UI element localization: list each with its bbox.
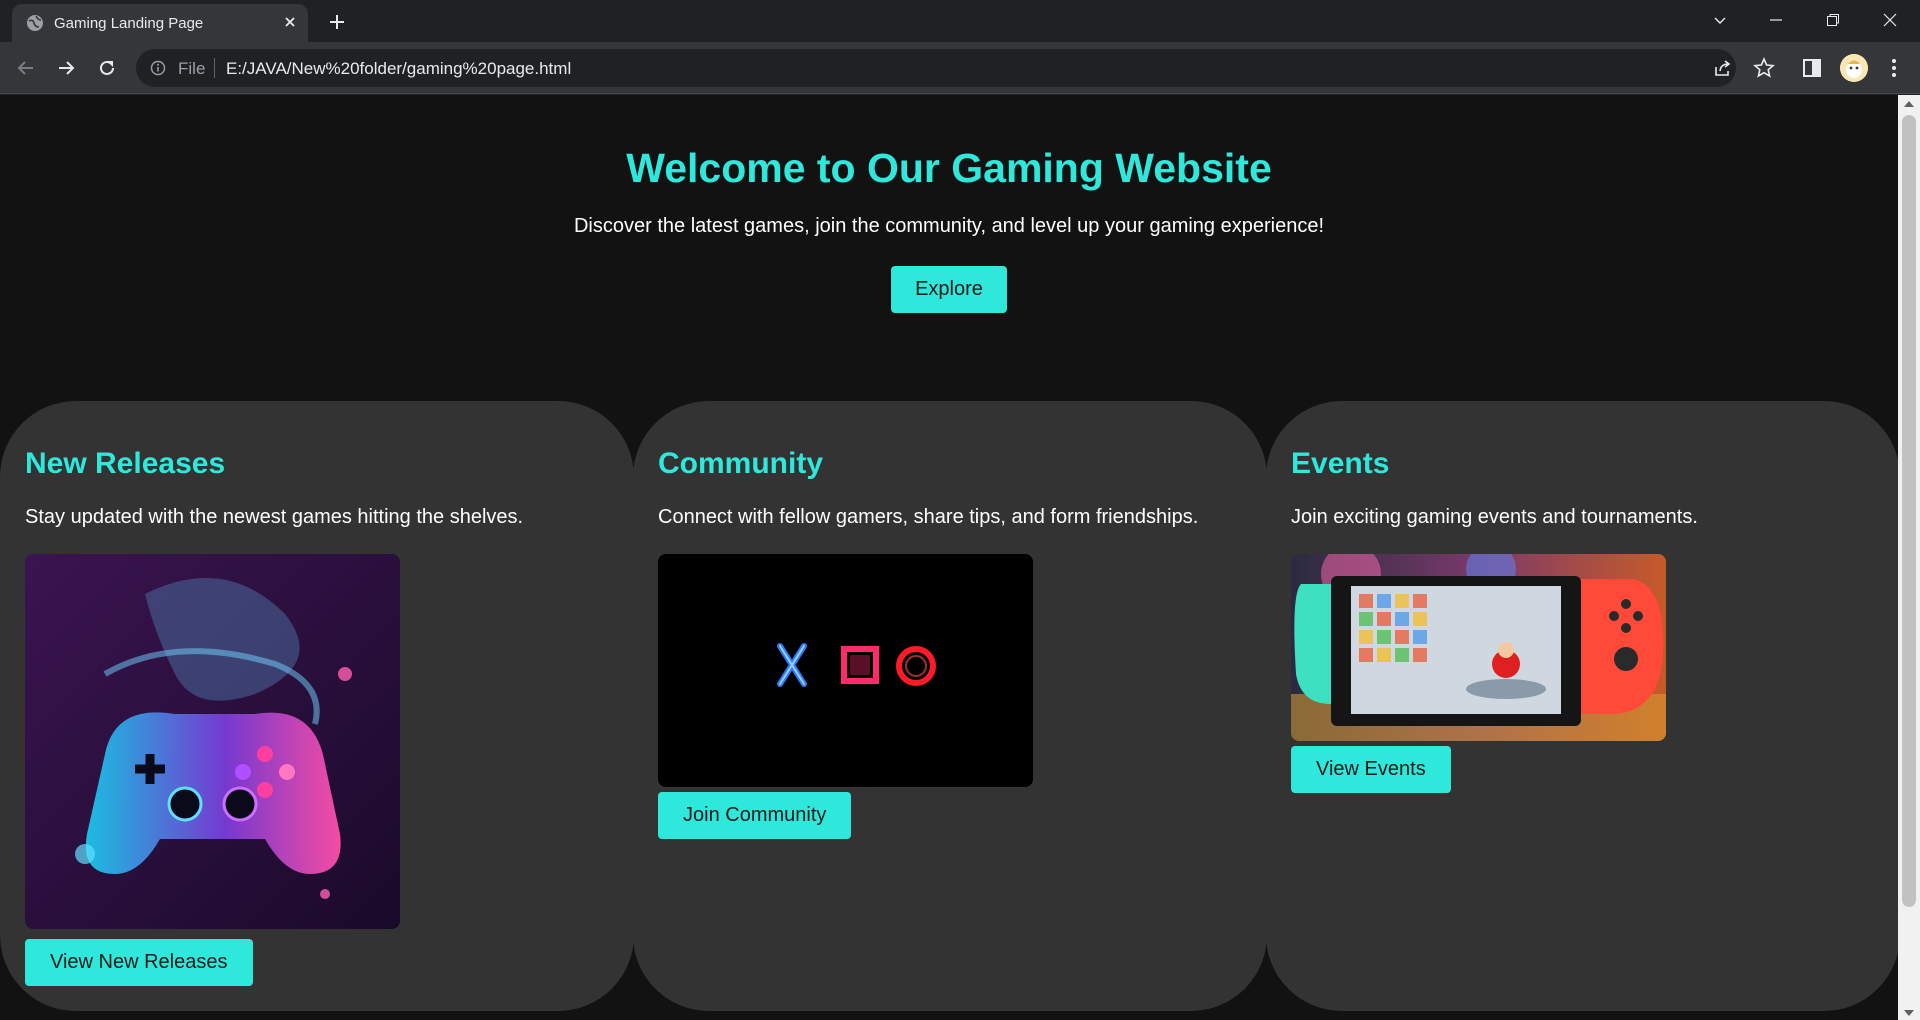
tab-search-chevron-icon[interactable] [1700,6,1740,34]
hero-title: Welcome to Our Gaming Website [626,145,1272,191]
neon-gamepad-image [25,554,400,929]
new-releases-card: New Releases Stay updated with the newes… [0,401,634,1011]
globe-icon [26,14,44,32]
card-text: Stay updated with the newest games hitti… [25,506,524,528]
vertical-scrollbar[interactable] [1898,95,1920,1020]
tab-title: Gaming Landing Page [54,15,204,32]
card-title: Events [1291,447,1390,480]
neon-controller-symbols-image [658,554,1033,787]
tab-strip: Gaming Landing Page [0,0,1920,42]
url-text[interactable]: E:/JAVA/New%20folder/gaming%20page.html [226,59,571,79]
info-icon[interactable] [150,60,166,76]
scroll-thumb[interactable] [1902,115,1916,907]
forward-arrow-icon[interactable] [52,54,80,82]
explore-button[interactable]: Explore [891,266,1007,313]
profile-avatar[interactable] [1840,54,1868,82]
community-card: Community Connect with fellow gamers, sh… [633,401,1267,1011]
card-title: New Releases [25,447,226,480]
back-arrow-icon[interactable] [12,54,40,82]
page-viewport: Welcome to Our Gaming Website Discover t… [0,95,1898,1020]
events-card: Events Join exciting gaming events and t… [1266,401,1898,1011]
browser-tab[interactable]: Gaming Landing Page [12,4,308,42]
view-new-releases-button[interactable]: View New Releases [25,939,253,986]
new-tab-icon[interactable] [325,10,349,34]
view-events-button[interactable]: View Events [1291,746,1451,793]
omnibox-divider [214,58,215,78]
share-icon[interactable] [1712,57,1734,79]
card-title: Community [658,447,823,480]
scroll-up-arrow-icon[interactable] [1904,101,1914,107]
scroll-down-arrow-icon[interactable] [1904,1010,1914,1016]
card-text: Join exciting gaming events and tourname… [1291,506,1698,528]
window-close-icon[interactable] [1870,6,1910,34]
side-panel-icon[interactable] [1800,56,1824,80]
bookmark-star-icon[interactable] [1752,56,1776,80]
join-community-button[interactable]: Join Community [658,792,852,839]
more-menu-icon[interactable] [1882,56,1906,80]
card-text: Connect with fellow gamers, share tips, … [658,506,1199,528]
restore-icon[interactable] [1813,6,1853,34]
file-scheme-label: File [178,59,206,78]
address-bar[interactable]: File E:/JAVA/New%20folder/gaming%20page.… [136,49,1736,87]
handheld-console-image [1291,554,1666,741]
close-icon[interactable] [280,12,300,32]
hero-subtitle: Discover the latest games, join the comm… [573,215,1324,237]
browser-toolbar: File E:/JAVA/New%20folder/gaming%20page.… [0,42,1920,94]
reload-icon[interactable] [93,54,121,82]
minimize-icon[interactable] [1756,6,1796,34]
